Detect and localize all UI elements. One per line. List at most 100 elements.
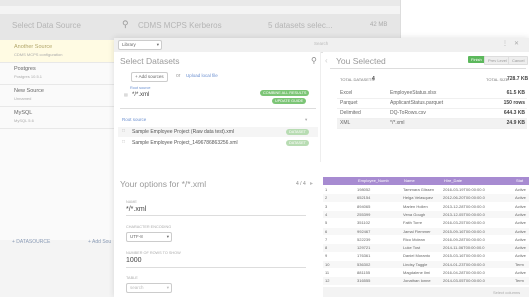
input-underline <box>126 267 306 268</box>
table-cell: Lindsy Taggle <box>403 261 428 267</box>
source-item[interactable]: Another Source CDMS MCPS configuration <box>0 40 120 63</box>
table-header[interactable]: Hire_Date <box>441 177 514 185</box>
row-number: 6 <box>325 228 328 234</box>
table-row[interactable]: 5 351102 Faith Torre 2016-03-25T00:00:00.0 A… <box>323 219 529 227</box>
row-number-header <box>323 177 356 185</box>
table-cell: Daniel Moranto <box>403 253 431 259</box>
update-guide-badge[interactable]: UPDATE GUIDE <box>272 98 307 104</box>
table-cell: 536302 <box>357 261 371 267</box>
source-item[interactable]: New Source Unnamed <box>0 84 120 107</box>
table-header[interactable]: Name <box>401 177 442 185</box>
chevron-down-icon: ▾ <box>166 234 169 239</box>
add-datasource-button[interactable]: + DATASOURCE <box>12 239 50 245</box>
table-header[interactable]: Stat <box>513 177 529 185</box>
you-selected-title: You Selected <box>336 56 386 66</box>
dialog-toolbar: Library ▾ Search ⋮ ✕ <box>114 38 529 53</box>
library-dropdown[interactable]: Library ▾ <box>118 40 162 50</box>
table-row[interactable]: 12 316555 Jonathan Ionne 2014-03-05T00:00:0… <box>323 277 529 285</box>
dataset-badge: DATASET <box>286 129 309 135</box>
rows-input[interactable]: 1000 <box>126 257 142 264</box>
close-icon[interactable]: ✕ <box>514 40 519 47</box>
table-select-value: search <box>130 285 144 290</box>
table-cell: 992467 <box>357 228 371 234</box>
select-columns-button[interactable]: Select columns <box>493 290 520 295</box>
datasets-selected: 5 datasets selec... <box>268 21 333 30</box>
table-cell: Active <box>515 236 526 242</box>
table-cell: 198052 <box>357 187 371 192</box>
more-icon[interactable]: ⋮ <box>502 40 508 47</box>
table-header[interactable]: Employee_Numb <box>355 177 402 185</box>
table-select[interactable]: search ▾ <box>126 283 172 293</box>
source-item[interactable]: MySQL MySQL 5.6 <box>0 106 120 129</box>
options-title: Your options for */*.xml <box>120 179 207 189</box>
table-cell: 652154 <box>357 195 371 201</box>
add-sources-button[interactable]: + Add sources <box>131 72 168 82</box>
row-number: 8 <box>325 245 328 251</box>
table-row[interactable]: 6 992467 Jamal Flemmer 2015-09-16T00:00:00.… <box>323 227 529 235</box>
table-cell: 2012-06-20T00:00:00.0 <box>443 195 485 201</box>
search-input[interactable]: Search <box>314 41 328 46</box>
selected-dataset-row[interactable]: Delimited DQ-ToRows.csv 644.3 KB <box>337 109 527 119</box>
table-row[interactable]: 11 881155 Magdalene Ilmi 2016-04-28T00:00:0… <box>323 269 529 277</box>
add-sources-label: + Add sources <box>135 74 164 79</box>
search-icon[interactable]: ⚲ <box>311 56 317 65</box>
charset-select[interactable]: UTF-8 ▾ <box>126 232 172 242</box>
rows-label: NUMBER OF ROWS TO SHOW <box>126 251 181 255</box>
name-input[interactable]: */*.xml <box>126 206 146 213</box>
table-cell: Active <box>515 211 526 217</box>
chevron-down-icon[interactable]: ▾ <box>305 117 307 123</box>
table-row[interactable]: 7 522239 Rico Mclean 2016-09-28T00:00:00.0 A… <box>323 236 529 244</box>
table-row[interactable]: 9 176361 Daniel Moranto 2015-03-16T00:00:00… <box>323 252 529 260</box>
chevron-right-icon[interactable]: ▸ <box>310 180 313 187</box>
total-datasets-count: 4 <box>372 76 375 82</box>
selected-dataset-row[interactable]: Parquet ApplicantStatus.parquet 150 rows <box>337 99 527 109</box>
header-label: Name <box>404 178 415 183</box>
total-datasets-label: TOTAL DATASETS: <box>340 77 376 82</box>
dataset-file-name: Sample Employee Project (Raw data test).… <box>132 128 234 135</box>
table-row[interactable]: 10 536302 Lindsy Taggle 2014-01-23T00:00:00… <box>323 260 529 269</box>
library-label: Library <box>122 42 136 47</box>
row-number: 7 <box>325 236 328 242</box>
back-icon[interactable]: ‹ <box>325 56 328 65</box>
format-label: Delimited <box>340 110 361 116</box>
selected-dataset-row[interactable]: XML */*.xml 24.9 KB <box>337 119 527 129</box>
cancel-button[interactable]: Cancel <box>508 56 529 65</box>
pattern-value[interactable]: */*.xml <box>132 92 149 98</box>
table-cell: Active <box>515 220 526 226</box>
combine-results-badge[interactable]: COMBINE ALL RESULTS <box>260 90 310 96</box>
selected-dataset-row[interactable]: Excel EmployeeStatus.xlsx 61.5 KB <box>337 89 527 99</box>
table-cell: Magdalene Ilmi <box>403 270 431 275</box>
table-cell: 176361 <box>357 253 371 259</box>
finish-button[interactable]: Finish <box>468 56 485 63</box>
dataset-file-row[interactable]: □ Sample Employee Project (Raw data test… <box>118 127 318 137</box>
table-cell: 2016-04-28T00:00:00.0 <box>443 270 485 275</box>
root-label: Root source <box>130 86 151 90</box>
table-cell: 2014-03-05T00:00:00.0 <box>443 278 485 284</box>
row-number: 5 <box>325 220 328 226</box>
table-row[interactable]: 1 198052 Tammara Glissen 2016-03-19T00:00:0… <box>323 186 529 194</box>
table-row[interactable]: 8 129721 Luke Tost 2014-11-06T00:00:00.0 Act… <box>323 244 529 252</box>
table-row[interactable]: 2 652154 Helga Velasquez 2012-06-20T00:00:0… <box>323 194 529 202</box>
table-cell: Active <box>515 187 526 192</box>
format-label: XML <box>340 120 351 126</box>
add-source-button[interactable]: + Add Sou <box>88 239 111 245</box>
input-underline <box>126 215 306 216</box>
upload-local-file-link[interactable]: Upload local file <box>186 73 218 78</box>
dataset-file-row[interactable]: □ Sample Employee Project_1496786863256.… <box>118 138 318 148</box>
table-cell: 2016-03-25T00:00:00.0 <box>443 220 485 226</box>
table-cell: Vena Gough <box>403 211 426 217</box>
table-row[interactable]: 4 255399 Vena Gough 2013-12-05T00:00:00.0 Ac… <box>323 210 529 219</box>
table-cell: 2013-12-05T00:00:00.0 <box>443 211 485 217</box>
source-item-title: Postgres <box>14 66 36 72</box>
source-item[interactable]: Postgres Postgres 10.5.1 <box>0 62 120 85</box>
chevron-down-icon: ▾ <box>166 285 169 290</box>
source-item-subtitle: MySQL 5.6 <box>14 118 34 123</box>
table-row[interactable]: 3 894065 Marlen Hollen 2013-12-28T00:00:00.… <box>323 203 529 211</box>
header-label: Stat <box>516 178 524 183</box>
table-cell: 894065 <box>357 203 371 209</box>
source-item-title: Another Source <box>14 44 53 50</box>
row-number: 11 <box>325 270 330 275</box>
format-label: Excel <box>340 90 353 96</box>
total-size-label: TOTAL SIZE: <box>486 77 510 82</box>
prev-level-button[interactable]: Prev Level <box>484 56 511 65</box>
